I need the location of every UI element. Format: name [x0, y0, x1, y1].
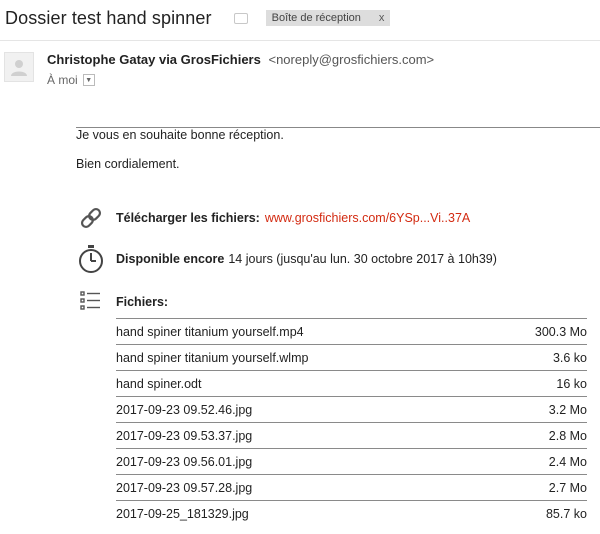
table-row[interactable]: hand spiner titanium yourself.mp4 300.3 … — [116, 318, 587, 345]
stopwatch-icon — [76, 244, 106, 274]
table-row[interactable]: hand spiner.odt 16 ko — [116, 370, 587, 397]
email-subject: Dossier test hand spinner — [5, 7, 212, 28]
availability-text: 14 jours (jusqu'au lun. 30 octobre 2017 … — [228, 252, 497, 266]
file-size: 3.6 ko — [486, 344, 587, 371]
download-row: Télécharger les fichiers: www.grosfichie… — [76, 203, 470, 233]
availability-row: Disponible encore 14 jours (jusqu'au lun… — [76, 244, 497, 274]
inbox-label-text: Boîte de réception — [271, 12, 361, 24]
list-icon — [80, 290, 102, 317]
file-size: 300.3 Mo — [486, 318, 587, 345]
table-row[interactable]: 2017-09-23 09.52.46.jpg 3.2 Mo — [116, 396, 587, 423]
file-size: 2.8 Mo — [486, 422, 587, 449]
file-name: 2017-09-23 09.57.28.jpg — [116, 474, 487, 501]
avatar[interactable] — [4, 52, 34, 82]
table-row[interactable]: hand spiner titanium yourself.wlmp 3.6 k… — [116, 344, 587, 371]
subject-row: Dossier test hand spinner Boîte de récep… — [5, 4, 391, 32]
sender-line: Christophe Gatay via GrosFichiers <norep… — [47, 52, 434, 67]
details-dropdown-button[interactable]: ▼ — [82, 74, 95, 86]
file-name: hand spiner.odt — [116, 370, 487, 397]
label-tag-icon[interactable] — [233, 12, 248, 24]
file-size: 2.4 Mo — [486, 448, 587, 475]
download-label: Télécharger les fichiers: — [116, 211, 260, 225]
person-icon — [11, 60, 27, 76]
greeting-text: Je vous en souhaite bonne réception. — [76, 128, 284, 142]
files-table: hand spiner titanium yourself.mp4 300.3 … — [116, 318, 587, 526]
remove-label-button[interactable]: x — [379, 12, 385, 24]
file-size: 3.2 Mo — [486, 396, 587, 423]
sender-name[interactable]: Christophe Gatay via GrosFichiers — [47, 52, 261, 67]
file-name: 2017-09-23 09.56.01.jpg — [116, 448, 487, 475]
recipient-text: À moi — [47, 73, 78, 87]
closing-text: Bien cordialement. — [76, 157, 180, 171]
file-name: 2017-09-25_181329.jpg — [116, 500, 487, 526]
table-row[interactable]: 2017-09-23 09.53.37.jpg 2.8 Mo — [116, 422, 587, 449]
recipient-line: À moi ▼ — [47, 73, 95, 87]
table-row[interactable]: 2017-09-25_181329.jpg 85.7 ko — [116, 500, 587, 526]
table-row[interactable]: 2017-09-23 09.56.01.jpg 2.4 Mo — [116, 448, 587, 475]
file-name: hand spiner titanium yourself.wlmp — [116, 344, 487, 371]
header-divider — [0, 40, 600, 41]
inbox-label-chip[interactable]: Boîte de réception x — [265, 10, 391, 26]
email-view: Dossier test hand spinner Boîte de récep… — [0, 0, 600, 534]
file-name: hand spiner titanium yourself.mp4 — [116, 318, 487, 345]
sender-email: <noreply@grosfichiers.com> — [268, 52, 435, 67]
files-label: Fichiers: — [116, 295, 169, 309]
availability-label: Disponible encore — [116, 252, 225, 266]
file-size: 85.7 ko — [486, 500, 587, 526]
file-size: 2.7 Mo — [486, 474, 587, 501]
download-link[interactable]: www.grosfichiers.com/6YSp...Vi..37A — [265, 211, 470, 225]
file-name: 2017-09-23 09.53.37.jpg — [116, 422, 487, 449]
table-row[interactable]: 2017-09-23 09.57.28.jpg 2.7 Mo — [116, 474, 587, 501]
link-chain-icon — [76, 203, 106, 233]
file-name: 2017-09-23 09.52.46.jpg — [116, 396, 487, 423]
file-size: 16 ko — [486, 370, 587, 397]
